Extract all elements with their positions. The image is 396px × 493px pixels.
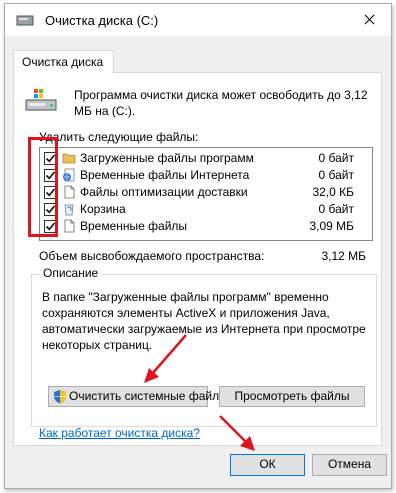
- close-button[interactable]: [347, 4, 391, 36]
- checkbox[interactable]: [44, 152, 57, 165]
- tab-panel: Программа очистки диска может освободить…: [13, 72, 382, 446]
- checkbox[interactable]: [44, 186, 57, 199]
- clean-system-files-button[interactable]: Очистить системные файлы: [48, 386, 228, 407]
- ok-button[interactable]: ОК: [230, 454, 305, 476]
- folder-icon: [62, 153, 76, 164]
- file-size: 3,09 МБ: [309, 219, 354, 233]
- files-list: Загруженные файлы программ 0 байт Времен…: [39, 147, 373, 241]
- recycle-bin-icon: [64, 204, 74, 216]
- file-name: Корзина: [80, 202, 126, 216]
- help-link[interactable]: Как работает очистка диска?: [39, 426, 200, 440]
- document-icon: [64, 185, 75, 199]
- intro-text: Программа очистки диска может освободить…: [74, 88, 368, 118]
- checkmark-icon: [45, 188, 56, 197]
- space-value: 3,12 МБ: [321, 249, 366, 263]
- file-size: 32,0 КБ: [312, 185, 354, 199]
- list-item[interactable]: Файлы оптимизации доставки 32,0 КБ: [40, 184, 372, 201]
- list-item[interactable]: Временные файлы 3,09 МБ: [40, 218, 372, 235]
- internet-files-icon: [63, 168, 75, 182]
- checkmark-icon: [45, 222, 56, 231]
- cancel-button[interactable]: Отмена: [312, 454, 387, 476]
- tab-disk-cleanup[interactable]: Очистка диска: [13, 50, 114, 73]
- tab-label: Очистка диска: [22, 55, 104, 69]
- space-label: Объем высвобождаемого пространства:: [39, 249, 265, 263]
- document-icon: [64, 219, 75, 233]
- list-item[interactable]: Временные файлы Интернета 0 байт: [40, 167, 372, 184]
- clean-system-files-label: Очистить системные файлы: [69, 389, 228, 403]
- file-name: Файлы оптимизации доставки: [80, 185, 248, 199]
- files-list-label: Удалить следующие файлы:: [39, 130, 199, 144]
- list-item[interactable]: Корзина 0 байт: [40, 201, 372, 218]
- checkmark-icon: [45, 171, 56, 180]
- checkmark-icon: [45, 205, 56, 214]
- file-name: Временные файлы Интернета: [80, 168, 250, 182]
- checkbox[interactable]: [44, 169, 57, 182]
- list-item[interactable]: Загруженные файлы программ 0 байт: [40, 150, 372, 167]
- checkmark-icon: [45, 154, 56, 163]
- disk-cleanup-icon: [16, 15, 34, 26]
- description-title: Описание: [40, 266, 102, 280]
- drive-icon: [25, 89, 57, 111]
- title-bar: Очистка диска (C:): [5, 4, 391, 36]
- view-files-button[interactable]: Просмотреть файлы: [219, 386, 365, 407]
- file-size: 0 байт: [318, 151, 354, 165]
- window-title: Очистка диска (C:): [45, 13, 159, 28]
- file-size: 0 байт: [318, 168, 354, 182]
- disk-cleanup-window: Очистка диска (C:) Очистка диска Програм…: [4, 3, 392, 489]
- uac-shield-icon: [54, 390, 66, 404]
- description-text: В папке "Загруженные файлы программ" вре…: [42, 290, 366, 352]
- description-group: Описание В папке "Загруженные файлы прог…: [31, 266, 377, 427]
- file-name: Загруженные файлы программ: [80, 151, 254, 165]
- file-name: Временные файлы: [80, 219, 188, 233]
- file-size: 0 байт: [318, 202, 354, 216]
- checkbox[interactable]: [44, 203, 57, 216]
- checkbox[interactable]: [44, 220, 57, 233]
